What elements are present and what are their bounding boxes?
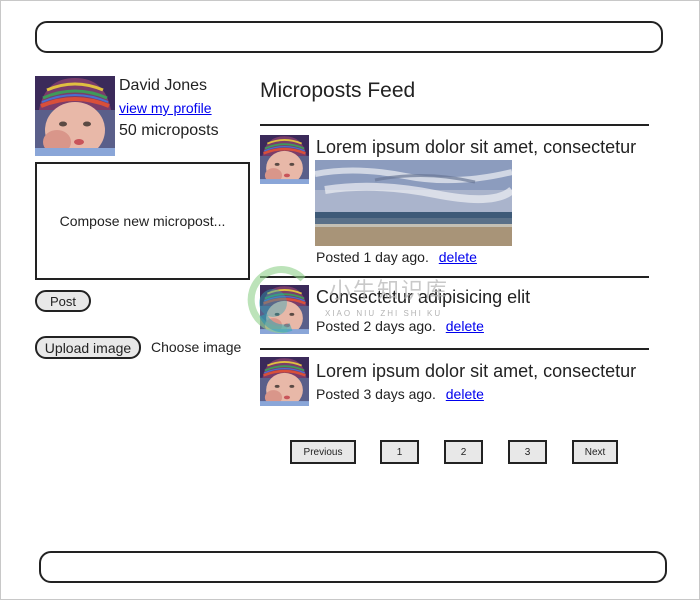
compose-micropost-textarea[interactable]: Compose new micropost... <box>35 162 250 280</box>
user-avatar-icon <box>260 285 309 334</box>
pagination-next-button[interactable]: Next <box>572 440 618 464</box>
post-meta: Posted 3 days ago. delete <box>316 386 484 402</box>
feed-title: Microposts Feed <box>260 79 416 102</box>
feed-divider <box>260 124 649 126</box>
user-avatar[interactable] <box>35 76 115 156</box>
pagination-page-2[interactable]: 2 <box>444 440 483 464</box>
post-timestamp: Posted 2 days ago. <box>316 318 436 334</box>
view-profile-link[interactable]: view my profile <box>119 100 212 116</box>
top-navigation-bar[interactable] <box>35 21 663 53</box>
user-avatar-icon <box>260 135 309 184</box>
pagination-page-3[interactable]: 3 <box>508 440 547 464</box>
post-text: Lorem ipsum dolor sit amet, consectetur <box>316 137 637 157</box>
pagination-previous-button[interactable]: Previous <box>290 440 356 464</box>
delete-post-link[interactable]: delete <box>439 249 477 265</box>
micropost-count: 50 microposts <box>119 122 219 139</box>
user-avatar-icon <box>35 76 115 156</box>
post-image[interactable] <box>315 160 512 246</box>
compose-placeholder: Compose new micropost... <box>59 213 226 229</box>
post-divider <box>260 276 649 278</box>
post-avatar[interactable] <box>260 357 309 406</box>
user-avatar-icon <box>260 357 309 406</box>
upload-image-button[interactable]: Upload image <box>35 336 141 359</box>
beach-photo-icon <box>315 160 512 246</box>
post-timestamp: Posted 1 day ago. <box>316 249 429 265</box>
choose-image-label: Choose image <box>151 339 242 355</box>
post-avatar[interactable] <box>260 135 309 184</box>
post-meta: Posted 1 day ago. delete <box>316 249 477 265</box>
post-text: Lorem ipsum dolor sit amet, consectetur <box>316 361 637 381</box>
bottom-footer-bar[interactable] <box>39 551 667 583</box>
user-name: David Jones <box>119 77 208 94</box>
delete-post-link[interactable]: delete <box>446 318 484 334</box>
post-button[interactable]: Post <box>35 290 91 312</box>
pagination-page-1[interactable]: 1 <box>380 440 419 464</box>
post-meta: Posted 2 days ago. delete <box>316 318 484 334</box>
post-timestamp: Posted 3 days ago. <box>316 386 436 402</box>
post-text: Consectetur adipisicing elit <box>316 287 531 307</box>
post-avatar[interactable] <box>260 285 309 334</box>
post-divider <box>260 348 649 350</box>
delete-post-link[interactable]: delete <box>446 386 484 402</box>
